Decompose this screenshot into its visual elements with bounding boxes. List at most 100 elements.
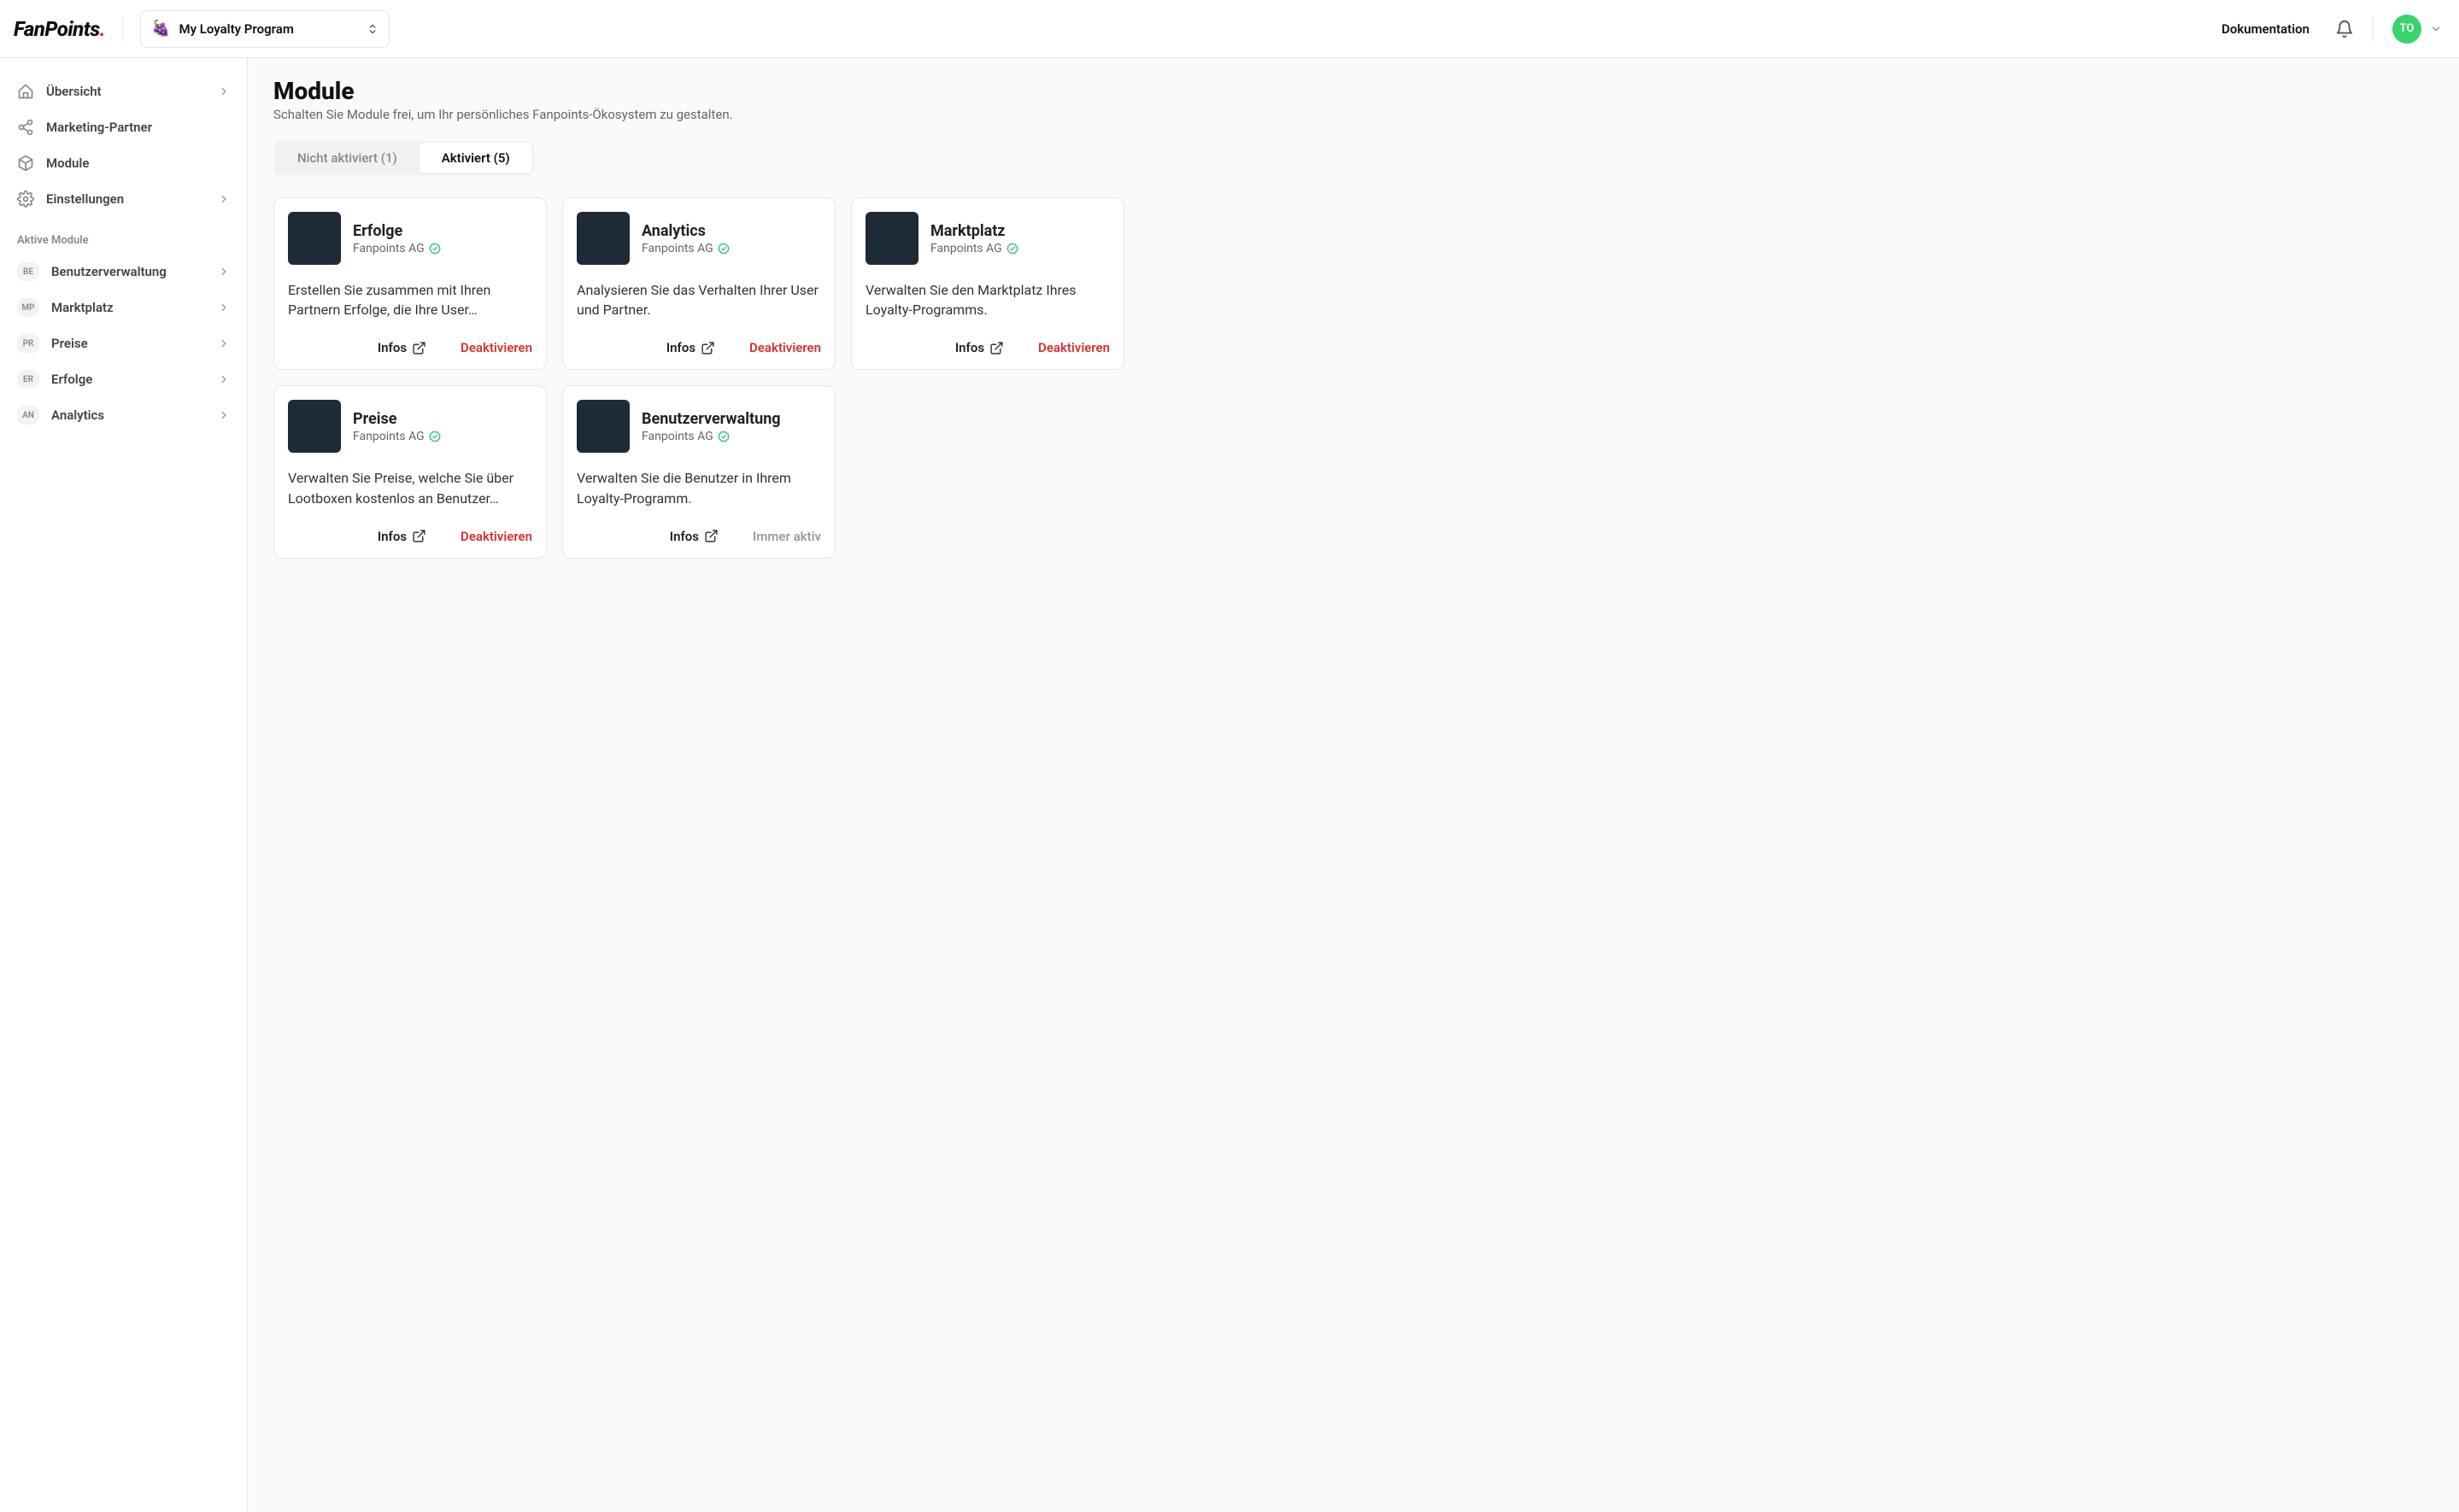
verified-icon	[429, 431, 441, 442]
external-link-icon	[989, 341, 1004, 355]
deactivate-button[interactable]: Deaktivieren	[749, 340, 821, 355]
module-badge: AN	[17, 406, 39, 425]
sidebar-item-label: Erfolge	[51, 372, 92, 387]
program-icon: 🍇	[151, 20, 170, 38]
module-title: Benutzerverwaltung	[642, 410, 781, 428]
chevron-right-icon	[218, 302, 230, 314]
divider	[2373, 16, 2374, 42]
always-active-label: Immer aktiv	[753, 529, 821, 544]
chevron-right-icon	[218, 337, 230, 349]
chevron-right-icon	[218, 85, 230, 97]
deactivate-button[interactable]: Deaktivieren	[461, 529, 532, 544]
sidebar-item-uebersicht[interactable]: Übersicht	[10, 73, 237, 109]
module-card: Erfolge Fanpoints AG Erstellen Sie zusam…	[273, 197, 547, 370]
chevron-updown-icon	[367, 21, 379, 37]
sidebar-module-analytics[interactable]: AN Analytics	[10, 397, 237, 433]
verified-icon	[429, 243, 441, 255]
sidebar-item-label: Analytics	[51, 407, 104, 423]
chevron-down-icon	[2430, 23, 2442, 35]
external-link-icon	[701, 341, 715, 355]
module-title: Preise	[353, 410, 441, 428]
logo[interactable]: FanPoints.	[14, 17, 105, 41]
module-org: Fanpoints AG	[353, 242, 441, 255]
module-badge: BE	[17, 262, 39, 281]
sidebar-item-label: Module	[46, 155, 89, 171]
sidebar-item-label: Übersicht	[46, 84, 102, 99]
module-title: Analytics	[642, 222, 730, 240]
module-card: Marktplatz Fanpoints AG Verwalten Sie de…	[851, 197, 1124, 370]
module-org: Fanpoints AG	[353, 430, 441, 443]
sidebar-item-marketing-partner[interactable]: Marketing-Partner	[10, 109, 237, 145]
home-icon	[17, 83, 34, 100]
gear-icon	[17, 190, 34, 208]
user-menu[interactable]: TO	[2392, 15, 2442, 44]
sidebar-heading-active-modules: Aktive Module	[17, 234, 237, 247]
info-button[interactable]: Infos	[955, 340, 1004, 355]
deactivate-button[interactable]: Deaktivieren	[1038, 340, 1110, 355]
topbar: FanPoints. 🍇 My Loyalty Program Dokument…	[0, 0, 2459, 58]
module-badge: PR	[17, 334, 39, 353]
module-org: Fanpoints AG	[642, 242, 730, 255]
chevron-right-icon	[218, 409, 230, 421]
divider	[122, 16, 123, 42]
sidebar-item-label: Benutzerverwaltung	[51, 264, 167, 279]
tab[interactable]: Aktiviert (5)	[420, 143, 532, 173]
module-description: Verwalten Sie den Marktplatz Ihres Loyal…	[866, 280, 1110, 319]
sidebar-module-benutzerverwaltung[interactable]: BE Benutzerverwaltung	[10, 254, 237, 290]
module-image	[288, 212, 341, 265]
module-description: Erstellen Sie zusammen mit Ihren Partner…	[288, 280, 532, 319]
tab[interactable]: Nicht aktiviert (1)	[275, 143, 420, 173]
main-content: Module Schalten Sie Module frei, um Ihr …	[248, 58, 2459, 1512]
sidebar: Übersicht Marketing-Partner Module Einst…	[0, 58, 248, 1512]
info-button[interactable]: Infos	[378, 340, 426, 355]
module-description: Verwalten Sie die Benutzer in Ihrem Loya…	[577, 468, 821, 507]
avatar: TO	[2392, 15, 2421, 44]
program-label: My Loyalty Program	[179, 21, 367, 37]
module-org: Fanpoints AG	[642, 430, 781, 443]
module-grid: Erfolge Fanpoints AG Erstellen Sie zusam…	[273, 197, 2433, 559]
sidebar-item-label: Marketing-Partner	[46, 120, 152, 135]
chevron-right-icon	[218, 373, 230, 385]
module-image	[577, 212, 630, 265]
page-title: Module	[273, 77, 2433, 105]
external-link-icon	[704, 529, 719, 543]
info-button[interactable]: Infos	[666, 340, 715, 355]
info-button[interactable]: Infos	[670, 529, 719, 544]
module-card: Analytics Fanpoints AG Analysieren Sie d…	[562, 197, 836, 370]
deactivate-button[interactable]: Deaktivieren	[461, 340, 532, 355]
sidebar-module-erfolge[interactable]: ER Erfolge	[10, 361, 237, 397]
module-image	[866, 212, 918, 265]
module-title: Marktplatz	[930, 222, 1018, 240]
sidebar-item-module[interactable]: Module	[10, 145, 237, 181]
module-description: Analysieren Sie das Verhalten Ihrer User…	[577, 280, 821, 319]
module-image	[288, 400, 341, 453]
module-card: Benutzerverwaltung Fanpoints AG Verwalte…	[562, 385, 836, 558]
sidebar-item-einstellungen[interactable]: Einstellungen	[10, 181, 237, 217]
sidebar-item-label: Preise	[51, 336, 88, 351]
module-badge: MP	[17, 298, 39, 317]
info-button[interactable]: Infos	[378, 529, 426, 544]
bell-icon[interactable]	[2335, 20, 2354, 38]
external-link-icon	[412, 341, 426, 355]
sidebar-module-preise[interactable]: PR Preise	[10, 325, 237, 361]
page-subtitle: Schalten Sie Module frei, um Ihr persönl…	[273, 107, 2433, 122]
verified-icon	[718, 243, 730, 255]
sidebar-item-label: Einstellungen	[46, 191, 124, 207]
module-card: Preise Fanpoints AG Verwalten Sie Preise…	[273, 385, 547, 558]
program-selector[interactable]: 🍇 My Loyalty Program	[140, 10, 390, 48]
chevron-right-icon	[218, 266, 230, 278]
verified-icon	[1006, 243, 1018, 255]
verified-icon	[718, 431, 730, 442]
module-title: Erfolge	[353, 222, 441, 240]
module-org: Fanpoints AG	[930, 242, 1018, 255]
tabs: Nicht aktiviert (1)Aktiviert (5)	[273, 141, 534, 175]
sidebar-module-marktplatz[interactable]: MP Marktplatz	[10, 290, 237, 325]
chevron-right-icon	[218, 193, 230, 205]
sidebar-item-label: Marktplatz	[51, 300, 114, 315]
documentation-link[interactable]: Dokumentation	[2221, 21, 2309, 37]
share-icon	[17, 119, 34, 136]
external-link-icon	[412, 529, 426, 543]
module-badge: ER	[17, 370, 39, 389]
package-icon	[17, 155, 34, 172]
module-image	[577, 400, 630, 453]
